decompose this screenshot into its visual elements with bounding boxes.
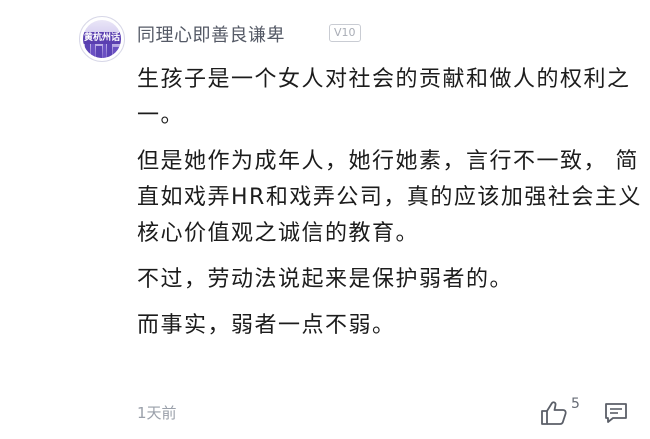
comment-paragraph: 生孩子是一个女人对社会的贡献和做人的权利之一。	[137, 67, 631, 128]
comment-username[interactable]: 同理心即善良谦卑	[137, 21, 285, 47]
reply-button[interactable]	[604, 402, 628, 424]
comment-paragraph: 不过，劳动法说起来是保护弱者的。	[137, 267, 514, 292]
thumbs-up-icon	[541, 401, 567, 425]
comment-body: 生孩子是一个女人对社会的贡献和做人的权利之一。 但是她作为成年人，她行她素，言行…	[137, 62, 642, 354]
avatar-text: 黄杭州话	[83, 32, 121, 44]
like-button[interactable]	[540, 400, 568, 426]
like-count: 5	[571, 396, 580, 412]
level-badge: V10	[329, 24, 361, 42]
comment-timestamp: 1天前	[137, 404, 177, 422]
comment-icon	[605, 403, 627, 423]
comment-paragraph: 但是她作为成年人，她行她素，言行不一致， 简直如戏弄HR和戏弄公司，真的应该加强…	[137, 149, 642, 246]
comment-avatar[interactable]: 黄杭州话	[79, 16, 125, 62]
comment-paragraph: 而事实，弱者一点不弱。	[137, 313, 396, 338]
